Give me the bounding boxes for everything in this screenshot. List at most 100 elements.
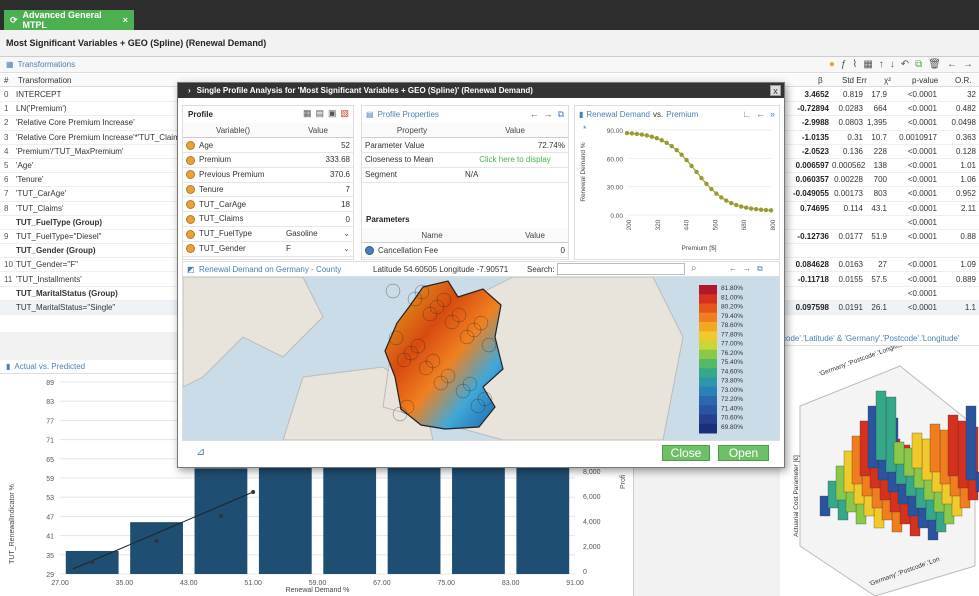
pvalue-value: <0.0001 <box>907 217 937 227</box>
curve-y-selector[interactable]: Renewal Demand <box>586 110 650 119</box>
stderr-value: 0.00228 <box>834 175 863 185</box>
chi-value: 803 <box>873 189 887 199</box>
chevron-down-icon[interactable]: ⌄ <box>343 244 350 253</box>
grid-icon[interactable]: ▦ <box>303 108 312 119</box>
col-or[interactable]: O.R. <box>955 76 971 85</box>
curve-toolbar: ∟ ← » <box>742 109 775 119</box>
curve-x-selector[interactable]: Premium <box>666 110 698 119</box>
close-button[interactable]: Close <box>662 445 710 461</box>
forward-icon[interactable]: → <box>743 264 751 273</box>
col-transformation[interactable]: Transformation <box>18 76 72 85</box>
copy-icon[interactable]: ⧉ <box>757 264 763 274</box>
actual-vs-predicted-title[interactable]: Actual vs. Predicted <box>14 362 85 371</box>
table-icon[interactable]: ▤ <box>315 108 324 119</box>
forward-icon[interactable]: → <box>544 109 553 120</box>
chi-value: 17.9 <box>871 90 887 100</box>
coefficient-row: 0.74695 0.114 43.1 <0.0001 2.11 <box>780 202 979 216</box>
properties-table: Property Value Parameter Value 72.74% Clos… <box>362 123 568 183</box>
profile-row[interactable]: TUT_FuelType Gasoline ⌄ <box>183 226 353 242</box>
legend-label: 78.60% <box>721 322 743 329</box>
germany-map[interactable]: 81.80% 81.00% 80.20% 79.40% 78.60% 77.80% 77.0… <box>183 277 779 440</box>
col-variable[interactable]: Variable() <box>183 123 283 139</box>
curve-point <box>634 131 640 137</box>
legend-label: 73.00% <box>721 387 743 394</box>
col-stderr[interactable]: Std Err <box>842 76 867 85</box>
variable-value[interactable]: 52 <box>341 141 350 150</box>
tab-advanced-general-mtpl[interactable]: ⟳ Advanced General MTPL × <box>4 10 134 30</box>
save-icon[interactable]: ▣ <box>328 108 337 119</box>
col-param-name[interactable]: Name <box>362 228 502 244</box>
col-param-value[interactable]: Value <box>502 228 568 244</box>
chart-toggle-icon[interactable]: ⊿ <box>196 445 205 458</box>
dialog-close-button[interactable]: x <box>770 85 781 96</box>
profile-row[interactable]: Premium 333.68 <box>183 152 353 168</box>
arrow-up-icon[interactable]: ↑ <box>879 59 884 70</box>
profile-row[interactable]: Previous Premium 370.6 <box>183 167 353 183</box>
coefficient-row: 0.084628 0.0163 27 <0.0001 1.09 <box>780 258 979 273</box>
copy-icon[interactable]: ⧉ <box>915 59 922 70</box>
coef-value: 0.097598 <box>795 302 829 312</box>
open-button[interactable]: Open <box>718 445 769 461</box>
dialog-title-bar[interactable]: › Single Profile Analysis for 'Most Sign… <box>178 83 784 98</box>
profile-row[interactable]: Age 52 <box>183 137 353 154</box>
copy-icon[interactable]: ⧉ <box>558 109 564 120</box>
variable-value[interactable]: 7 <box>346 185 350 194</box>
variable-value[interactable]: F <box>286 244 291 253</box>
function-icon[interactable]: ƒ <box>841 59 847 70</box>
properties-title[interactable]: Profile Properties <box>378 110 439 119</box>
coef-value: 0.084628 <box>795 260 829 270</box>
back-icon[interactable]: ← <box>756 109 765 119</box>
expand-icon[interactable]: » <box>770 109 775 119</box>
profile-row[interactable]: Tenure 7 <box>183 182 353 198</box>
back-icon[interactable]: ← <box>947 59 957 70</box>
bar <box>194 468 248 574</box>
parameter-row[interactable]: Cancellation Fee 0 <box>362 242 568 259</box>
pvalue-value: <0.0001 <box>907 90 937 100</box>
search-icon[interactable]: ⌕ <box>691 263 697 274</box>
chart-icon[interactable]: ⌇ <box>852 59 857 70</box>
row-index: 1 <box>4 104 9 114</box>
row-index: 11 <box>4 274 13 284</box>
back-icon[interactable]: ← <box>530 109 539 120</box>
axis-icon[interactable]: ∟ <box>742 109 751 119</box>
arrow-down-icon[interactable]: ↓ <box>890 59 895 70</box>
closeness-link[interactable]: Click here to display <box>479 155 551 164</box>
chevron-down-icon[interactable]: ⌄ <box>343 229 350 238</box>
x-tick-label: 75.00 <box>437 580 455 587</box>
list-icon[interactable]: ▤ <box>366 110 374 119</box>
col-property-value[interactable]: Value <box>462 123 568 139</box>
variable-value[interactable]: Gasoline <box>286 229 318 238</box>
col-property[interactable]: Property <box>362 123 462 139</box>
col-coef[interactable]: β <box>818 76 823 85</box>
back-icon[interactable]: ← <box>729 264 737 273</box>
grid-icon[interactable]: ▦ <box>863 59 872 70</box>
map-search-input[interactable] <box>557 263 685 275</box>
y-tick-label: 47 <box>46 514 54 521</box>
col-value[interactable]: Value <box>283 123 353 139</box>
pvalue-value: <0.0001 <box>907 203 937 213</box>
curve-point <box>639 132 645 137</box>
close-tab-icon[interactable]: × <box>123 15 128 25</box>
lightbulb-icon[interactable]: ● <box>829 59 835 70</box>
col-pvalue[interactable]: p-value <box>912 76 938 85</box>
delete-icon[interactable]: 🗑 <box>928 59 941 70</box>
export-icon[interactable]: ▧ <box>340 108 349 119</box>
variable-value[interactable]: 0 <box>346 215 350 224</box>
profile-row[interactable]: TUT_CarAge 18 <box>183 196 353 213</box>
stderr-value: 0.0155 <box>838 274 863 284</box>
variable-value[interactable]: 333.68 <box>326 155 350 164</box>
curve-x-label: Premium [$] <box>681 245 716 252</box>
transformations-title[interactable]: Transformations <box>18 60 76 69</box>
legend-swatch <box>699 303 717 314</box>
forward-icon[interactable]: → <box>963 59 973 70</box>
param-value[interactable]: 0 <box>561 246 565 255</box>
profile-row[interactable]: TUT_Claims 0 <box>183 211 353 228</box>
profile-row[interactable]: TUT_Gender F ⌄ <box>183 241 353 257</box>
or-value: 0.482 <box>955 104 976 114</box>
pvalue-value: <0.0001 <box>907 302 937 312</box>
map-header[interactable]: Renewal Demand on Germany - County <box>199 265 341 274</box>
undo-icon[interactable]: ↶ <box>901 59 909 70</box>
variable-value[interactable]: 18 <box>341 200 350 209</box>
variable-value[interactable]: 370.6 <box>330 170 350 179</box>
col-chi[interactable]: χ² <box>884 76 891 85</box>
